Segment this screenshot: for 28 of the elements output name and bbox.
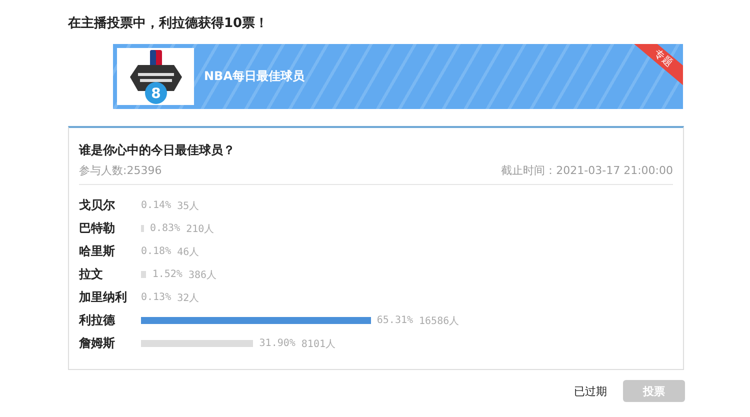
vote-percent: 0.18% xyxy=(141,246,172,257)
deadline: 截止时间：2021-03-17 21:00:00 xyxy=(501,163,673,178)
candidate-name: 利拉德 xyxy=(79,312,116,329)
banner-title: NBA每日最佳球员 xyxy=(204,68,304,85)
candidate-name: 詹姆斯 xyxy=(79,335,116,352)
expired-status: 已过期 xyxy=(574,384,607,398)
headline: 在主播投票中，利拉德获得10票！ xyxy=(68,14,270,33)
vote-percent: 0.83% xyxy=(150,223,180,234)
poll-question: 谁是你心中的今日最佳球员？ xyxy=(79,142,236,159)
vote-count: 32人 xyxy=(177,292,200,304)
vote-percent: 1.52% xyxy=(152,269,182,280)
topic-banner[interactable]: 8 NBA每日最佳球员 专题 xyxy=(113,44,683,109)
vote-count: 386人 xyxy=(188,268,217,282)
vote-percent: 65.31% xyxy=(376,315,414,326)
vote-percent: 0.14% xyxy=(141,200,172,211)
vote-count: 46人 xyxy=(177,246,200,258)
candidate-name: 拉文 xyxy=(79,266,104,283)
participant-count: 参与人数:25396 xyxy=(79,163,162,178)
candidate-name: 加里纳利 xyxy=(79,289,128,306)
vote-count: 35人 xyxy=(177,200,200,212)
vote-count: 8101人 xyxy=(301,338,336,350)
candidate-name: 戈贝尔 xyxy=(79,197,116,214)
candidate-name: 巴特勒 xyxy=(79,220,116,237)
vote-count: 210人 xyxy=(186,222,214,236)
candidate-name: 哈里斯 xyxy=(79,243,116,260)
vote-count: 16586人 xyxy=(419,314,460,328)
vote-percent: 31.90% xyxy=(259,338,296,349)
vote-percent: 0.13% xyxy=(141,292,172,303)
